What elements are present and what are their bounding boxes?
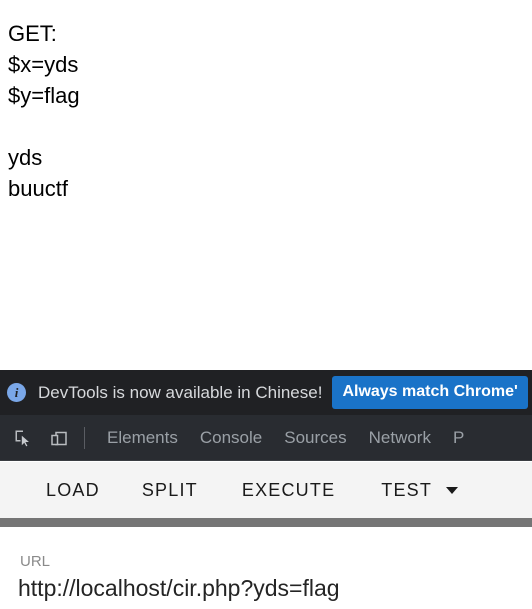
execute-button[interactable]: EXECUTE <box>240 474 337 507</box>
toolbar-divider <box>84 426 85 449</box>
php-output-text: GET: $x=yds $y=flag yds buuctf <box>8 21 80 201</box>
browser-page-viewport: GET: $x=yds $y=flag yds buuctf <box>0 0 532 370</box>
device-toolbar-icon[interactable] <box>46 425 72 451</box>
tab-performance[interactable]: P <box>453 428 464 448</box>
split-button[interactable]: SPLIT <box>140 474 200 507</box>
test-button[interactable]: TEST <box>379 474 434 507</box>
info-icon: i <box>7 383 26 402</box>
banner-message: DevTools is now available in Chinese! <box>38 382 323 402</box>
tab-network[interactable]: Network <box>369 428 431 448</box>
url-field-value[interactable]: http://localhost/cir.php?yds=flag <box>18 575 340 602</box>
inspect-element-icon[interactable] <box>10 425 36 451</box>
always-match-chrome-language-button[interactable]: Always match Chrome' <box>332 376 528 409</box>
caret-down-icon[interactable] <box>446 486 459 494</box>
panel-separator <box>0 518 532 527</box>
tab-console[interactable]: Console <box>200 428 262 448</box>
tab-elements[interactable]: Elements <box>107 428 178 448</box>
action-toolbar: LOAD SPLIT EXECUTE TEST <box>0 462 532 518</box>
devtools-language-banner: i DevTools is now available in Chinese! … <box>0 370 532 415</box>
tab-sources[interactable]: Sources <box>284 428 346 448</box>
url-panel: URL http://localhost/cir.php?yds=flag <box>0 527 532 609</box>
devtools-tab-bar: Elements Console Sources Network P <box>0 415 532 461</box>
url-field-label: URL <box>20 553 51 570</box>
load-button[interactable]: LOAD <box>44 474 102 507</box>
